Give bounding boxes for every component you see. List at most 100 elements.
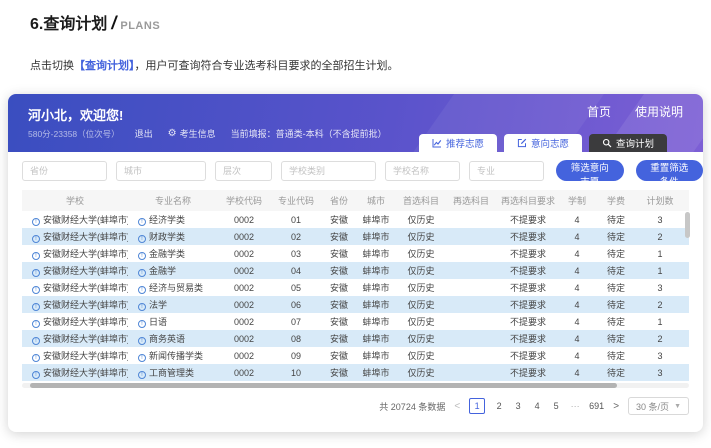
next-page-arrow[interactable]: > — [613, 401, 619, 412]
page-number[interactable]: 691 — [589, 401, 604, 411]
city-cell: 蚌埠市 — [356, 330, 396, 347]
filter-input-4[interactable] — [385, 161, 460, 181]
plan-count-cell: 2 — [638, 330, 682, 347]
filter-input-3[interactable] — [281, 161, 376, 181]
school-code-cell: 0002 — [218, 347, 270, 364]
horizontal-scrollbar[interactable] — [22, 383, 689, 388]
major-cell: !日语 — [128, 313, 218, 330]
info-icon[interactable]: ! — [138, 218, 146, 226]
info-icon[interactable]: ! — [32, 303, 40, 311]
first-subject-cell: 仅历史 — [396, 262, 446, 279]
info-icon[interactable]: ! — [32, 286, 40, 294]
major-code-cell: 09 — [270, 347, 322, 364]
first-subject-cell: 仅历史 — [396, 211, 446, 228]
info-icon[interactable]: ! — [32, 371, 40, 379]
filter-bar: 筛选意向志愿重置筛选条件 — [22, 160, 703, 181]
second-requirement-cell: 不提要求 — [496, 347, 560, 364]
page-ellipsis: ··· — [570, 401, 580, 411]
major-code-cell: 01 — [270, 211, 322, 228]
info-icon[interactable]: ! — [32, 354, 40, 362]
table-row[interactable]: !安徽财经大学(蚌埠市)(...!经济学类000201安徽蚌埠市仅历史不提要求4… — [22, 211, 689, 228]
prev-page-arrow[interactable]: < — [454, 401, 460, 412]
info-icon[interactable]: ! — [32, 337, 40, 345]
province-cell: 安徽 — [322, 347, 356, 364]
info-icon[interactable]: ! — [138, 286, 146, 294]
info-icon[interactable]: ! — [32, 320, 40, 328]
page-number[interactable]: 1 — [469, 398, 485, 414]
info-icon[interactable]: ! — [138, 337, 146, 345]
tuition-cell: 待定 — [594, 262, 638, 279]
table-row[interactable]: !安徽财经大学(蚌埠市)(...!商务英语000208安徽蚌埠市仅历史不提要求4… — [22, 330, 689, 347]
screenshot-card: 河小北，欢迎您! 580分-23358（位次号） 退出 ⚙ 考生信息 当前填报：… — [8, 94, 703, 432]
page-number[interactable]: 4 — [532, 401, 542, 411]
nav-link-home[interactable]: 首页 — [587, 103, 611, 120]
plan-count-cell: 1 — [638, 313, 682, 330]
table-row[interactable]: !安徽财经大学(蚌埠市)(...!经济与贸易类000205安徽蚌埠市仅历史不提要… — [22, 279, 689, 296]
page-number[interactable]: 3 — [513, 401, 523, 411]
description-suffix: ，用户可查询符合专业选考科目要求的全部招生计划。 — [135, 60, 399, 72]
province-cell: 安徽 — [322, 211, 356, 228]
first-subject-cell: 仅历史 — [396, 245, 446, 262]
student-info-link[interactable]: ⚙ 考生信息 — [168, 127, 216, 140]
school-cell: !安徽财经大学(蚌埠市)(... — [22, 211, 128, 228]
table-row[interactable]: !安徽财经大学(蚌埠市)(...!工商管理类000210安徽蚌埠市仅历史不提要求… — [22, 364, 689, 381]
filter-input-5[interactable] — [469, 161, 544, 181]
vertical-scrollbar-thumb[interactable] — [685, 212, 690, 238]
table-row[interactable]: !安徽财经大学(蚌埠市)(...!新闻传播学类000209安徽蚌埠市仅历史不提要… — [22, 347, 689, 364]
gear-icon: ⚙ — [168, 129, 177, 139]
second-requirement-cell: 不提要求 — [496, 262, 560, 279]
table-col-5: 城市 — [356, 190, 396, 211]
filter-input-1[interactable] — [116, 161, 206, 181]
major-cell: !新闻传播学类 — [128, 347, 218, 364]
table-row[interactable]: !安徽财经大学(蚌埠市)(...!日语000207安徽蚌埠市仅历史不提要求4待定… — [22, 313, 689, 330]
province-cell: 安徽 — [322, 262, 356, 279]
horizontal-scrollbar-thumb[interactable] — [30, 383, 617, 388]
page-number[interactable]: 2 — [494, 401, 504, 411]
first-subject-cell: 仅历史 — [396, 296, 446, 313]
school-cell: !安徽财经大学(蚌埠市)(... — [22, 279, 128, 296]
table-row[interactable]: !安徽财经大学(蚌埠市)(...!法学000206安徽蚌埠市仅历史不提要求4待定… — [22, 296, 689, 313]
info-icon[interactable]: ! — [32, 269, 40, 277]
welcome-text: 河小北，欢迎您! — [28, 105, 123, 124]
second-subject-cell — [446, 296, 496, 313]
info-icon[interactable]: ! — [138, 252, 146, 260]
tab-recommend[interactable]: 推荐志愿 — [419, 134, 497, 152]
filter-input-2[interactable] — [215, 161, 272, 181]
description-highlight: 【查询计划】 — [74, 60, 135, 72]
info-icon[interactable]: ! — [138, 269, 146, 277]
info-icon[interactable]: ! — [138, 303, 146, 311]
info-icon[interactable]: ! — [138, 354, 146, 362]
score-text: 580分-23358（位次号） — [28, 128, 120, 140]
logout-link[interactable]: 退出 — [135, 127, 153, 140]
nav-link-help[interactable]: 使用说明 — [635, 103, 683, 120]
second-subject-cell — [446, 279, 496, 296]
filter-button[interactable]: 筛选意向志愿 — [556, 160, 624, 181]
tab-intention[interactable]: 意向志愿 — [504, 134, 582, 152]
table-col-6: 首选科目 — [396, 190, 446, 211]
city-cell: 蚌埠市 — [356, 262, 396, 279]
duration-cell: 4 — [560, 245, 594, 262]
reset-filter-button[interactable]: 重置筛选条件 — [636, 160, 704, 181]
page-size-select[interactable]: 30 条/页 ▼ — [628, 397, 689, 415]
tab-label: 查询计划 — [616, 136, 654, 150]
info-icon[interactable]: ! — [32, 235, 40, 243]
table-row[interactable]: !安徽财经大学(蚌埠市)(...!财政学类000202安徽蚌埠市仅历史不提要求4… — [22, 228, 689, 245]
major-code-cell: 08 — [270, 330, 322, 347]
major-code-cell: 10 — [270, 364, 322, 381]
table-row[interactable]: !安徽财经大学(蚌埠市)(...!金融学000204安徽蚌埠市仅历史不提要求4待… — [22, 262, 689, 279]
edit-icon — [517, 138, 527, 148]
table-row[interactable]: !安徽财经大学(蚌埠市)(...!金融学类000203安徽蚌埠市仅历史不提要求4… — [22, 245, 689, 262]
info-icon[interactable]: ! — [138, 371, 146, 379]
info-icon[interactable]: ! — [138, 235, 146, 243]
info-icon[interactable]: ! — [32, 218, 40, 226]
page-number[interactable]: 5 — [551, 401, 561, 411]
info-icon[interactable]: ! — [138, 320, 146, 328]
duration-cell: 4 — [560, 364, 594, 381]
plan-count-cell: 3 — [638, 364, 682, 381]
table-col-9: 学制 — [560, 190, 594, 211]
vertical-scrollbar[interactable] — [685, 212, 690, 379]
info-icon[interactable]: ! — [32, 252, 40, 260]
second-requirement-cell: 不提要求 — [496, 330, 560, 347]
filter-input-0[interactable] — [22, 161, 107, 181]
tab-query-plans[interactable]: 查询计划 — [589, 134, 667, 152]
